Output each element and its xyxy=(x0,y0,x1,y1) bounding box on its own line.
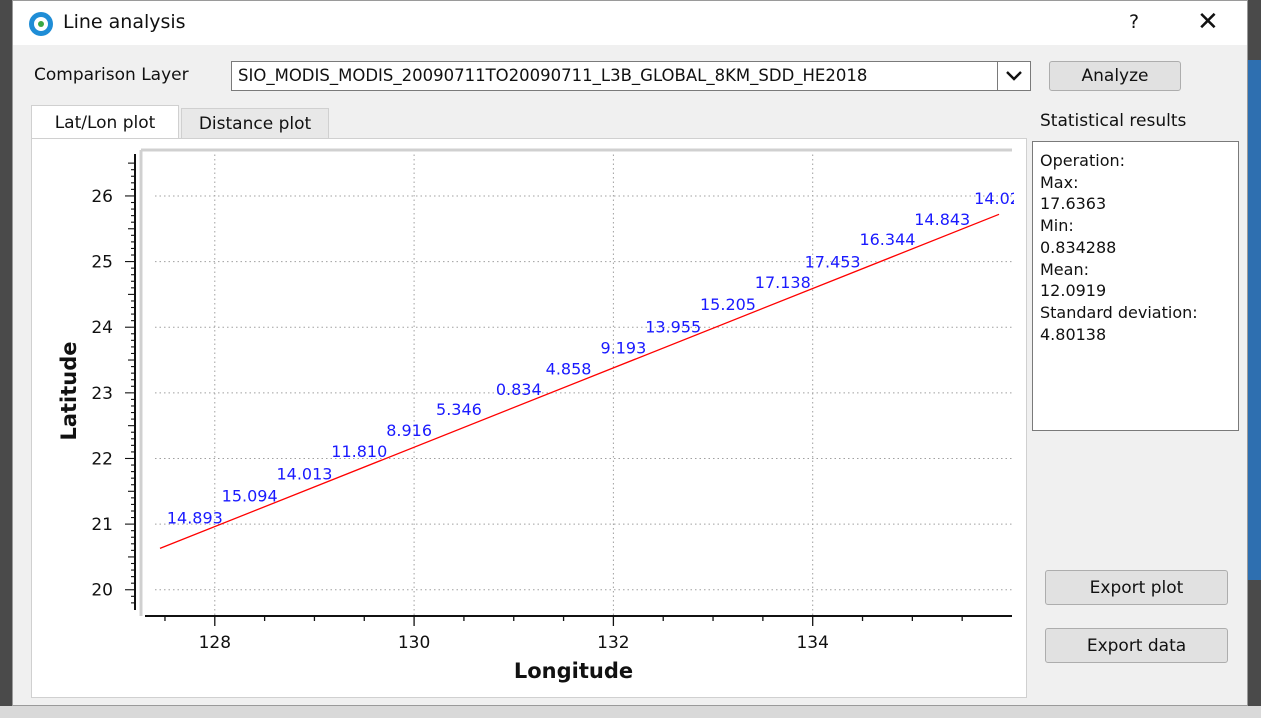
data-label: 15.094 xyxy=(222,487,278,506)
y-tick-label: 20 xyxy=(91,581,113,601)
stat-line: Max: xyxy=(1040,172,1079,192)
tab-distance-plot[interactable]: Distance plot xyxy=(181,108,329,139)
data-label: 0.834 xyxy=(496,380,542,399)
plot-panel: 128 130 132 134 20 21 22 23 24 25 26 Longitude Latit… xyxy=(31,138,1027,698)
y-tick-label: 24 xyxy=(91,318,113,338)
y-axis-title: Latitude xyxy=(57,341,81,440)
x-axis-title: Longitude xyxy=(514,659,633,683)
stat-line: Min: xyxy=(1040,216,1074,236)
stat-line: Standard deviation: xyxy=(1040,302,1198,322)
x-tick-label: 128 xyxy=(199,633,231,653)
data-label: 17.138 xyxy=(755,273,811,292)
data-label: 14.013 xyxy=(276,464,332,483)
y-tick-label: 21 xyxy=(91,515,113,535)
data-label: 17.453 xyxy=(805,252,861,271)
data-label: 15.205 xyxy=(700,295,756,314)
title-bar: Line analysis ? ✕ xyxy=(13,1,1247,45)
comparison-layer-label: Comparison Layer xyxy=(34,65,189,85)
statistical-results-box: Operation: Max: 17.6363 Min: 0.834288 Me… xyxy=(1032,141,1239,431)
stat-line: 17.6363 xyxy=(1040,194,1107,214)
background-window xyxy=(1248,60,1261,580)
stat-line: 4.80138 xyxy=(1040,324,1107,344)
globe-icon xyxy=(29,12,53,36)
export-plot-button[interactable]: Export plot xyxy=(1045,570,1228,605)
y-tick-label: 22 xyxy=(91,449,113,469)
y-tick-label: 26 xyxy=(91,187,113,207)
data-label: 16.344 xyxy=(859,230,915,249)
stat-line: 0.834288 xyxy=(1040,237,1117,257)
analyze-button[interactable]: Analyze xyxy=(1049,61,1181,91)
comparison-layer-value: SIO_MODIS_MODIS_20090711TO20090711_L3B_G… xyxy=(238,66,868,85)
comparison-layer-select[interactable]: SIO_MODIS_MODIS_20090711TO20090711_L3B_G… xyxy=(231,61,1031,91)
chevron-down-icon[interactable] xyxy=(997,62,1030,90)
y-tick-label: 23 xyxy=(91,384,113,404)
stat-line: Operation: xyxy=(1040,151,1126,170)
close-icon[interactable]: ✕ xyxy=(1197,7,1219,37)
window-title: Line analysis xyxy=(63,11,186,33)
stat-line: 12.0919 xyxy=(1040,281,1107,301)
data-label: 8.916 xyxy=(386,421,432,440)
statistical-results-heading: Statistical results xyxy=(1040,111,1187,131)
data-label: 13.955 xyxy=(645,317,701,336)
lat-lon-chart: 128 130 132 134 20 21 22 23 24 25 26 Longitude Latit… xyxy=(57,148,1020,683)
data-label: 14.893 xyxy=(167,508,223,527)
export-data-button[interactable]: Export data xyxy=(1045,628,1228,663)
x-tick-label: 134 xyxy=(796,633,828,653)
help-button[interactable]: ? xyxy=(1129,11,1139,33)
data-line xyxy=(159,213,1000,550)
x-tick-label: 132 xyxy=(597,633,629,653)
data-label: 14.843 xyxy=(914,210,970,229)
data-label: 9.193 xyxy=(600,338,646,357)
background-window-bottom xyxy=(0,706,1261,718)
stat-line: Mean: xyxy=(1040,259,1089,279)
data-label: 14.02 xyxy=(974,189,1020,208)
data-label: 11.810 xyxy=(331,442,387,461)
data-label: 5.346 xyxy=(436,400,482,419)
y-tick-label: 25 xyxy=(91,253,113,273)
line-analysis-dialog: Line analysis ? ✕ Comparison Layer SIO_M… xyxy=(12,0,1248,706)
x-tick-label: 130 xyxy=(398,633,430,653)
data-label: 4.858 xyxy=(546,359,592,378)
tab-lat-lon-plot[interactable]: Lat/Lon plot xyxy=(31,105,179,139)
